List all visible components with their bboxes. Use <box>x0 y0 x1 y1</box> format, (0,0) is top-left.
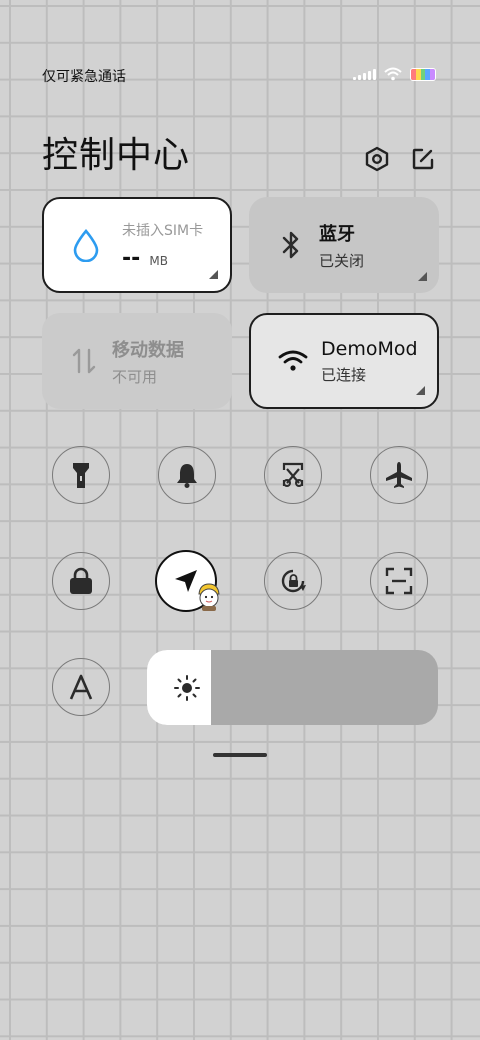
signal-icon <box>353 68 376 80</box>
mobile-data-status: 不可用 <box>112 367 158 386</box>
screenshot-toggle[interactable] <box>264 446 322 504</box>
expand-corner-icon <box>416 386 425 395</box>
auto-rotate-toggle[interactable] <box>264 552 322 610</box>
scanner-toggle[interactable] <box>370 552 428 610</box>
drag-handle[interactable] <box>213 753 267 757</box>
rotation-lock-icon <box>281 569 306 593</box>
mobile-data-arrows-icon <box>64 341 104 381</box>
screenshot-scissors-icon <box>282 462 304 487</box>
bluetooth-label: 蓝牙 <box>319 223 355 245</box>
flashlight-toggle[interactable] <box>52 446 110 504</box>
settings-button[interactable] <box>362 144 392 174</box>
data-usage-label: 未插入SIM卡 <box>122 222 204 239</box>
data-usage-value: -- <box>122 245 141 271</box>
battery-icon <box>410 67 436 81</box>
scan-icon <box>385 567 413 595</box>
bluetooth-status: 已关闭 <box>319 251 365 270</box>
hexagon-settings-icon <box>365 146 389 172</box>
status-carrier-text: 仅可紧急通话 <box>42 69 126 85</box>
mobile-data-label: 移动数据 <box>112 339 184 361</box>
expand-corner-icon <box>418 272 427 281</box>
brightness-slider[interactable] <box>147 650 438 725</box>
data-usage-unit: MB <box>149 253 168 268</box>
expand-corner-icon <box>209 270 218 279</box>
bell-icon <box>177 464 197 488</box>
data-usage-tile[interactable]: 未插入SIM卡 -- MB <box>42 197 232 293</box>
wifi-status-icon <box>384 67 402 81</box>
wifi-tile[interactable]: DemoMod 已连接 <box>249 313 439 409</box>
status-icons <box>353 67 436 81</box>
flashlight-icon <box>73 463 89 488</box>
page-title: 控制中心 <box>42 135 191 176</box>
mobile-data-tile[interactable]: 移动数据 不可用 <box>42 313 232 409</box>
sun-icon <box>174 675 200 701</box>
wifi-status: 已连接 <box>321 365 367 384</box>
reading-mode-toggle[interactable] <box>52 658 110 716</box>
edit-icon <box>412 148 434 170</box>
lock-icon <box>70 567 92 594</box>
mute-toggle[interactable] <box>158 446 216 504</box>
wifi-icon <box>273 341 313 381</box>
water-drop-icon <box>66 225 106 265</box>
bluetooth-tile[interactable]: 蓝牙 已关闭 <box>249 197 439 293</box>
letter-a-icon <box>69 674 93 700</box>
edit-button[interactable] <box>408 144 438 174</box>
airplane-icon <box>386 462 412 488</box>
wifi-network-name: DemoMod <box>321 337 418 360</box>
bluetooth-icon <box>271 225 311 265</box>
lock-screen-toggle[interactable] <box>52 552 110 610</box>
airplane-mode-toggle[interactable] <box>370 446 428 504</box>
mascot-sticker <box>196 582 222 612</box>
